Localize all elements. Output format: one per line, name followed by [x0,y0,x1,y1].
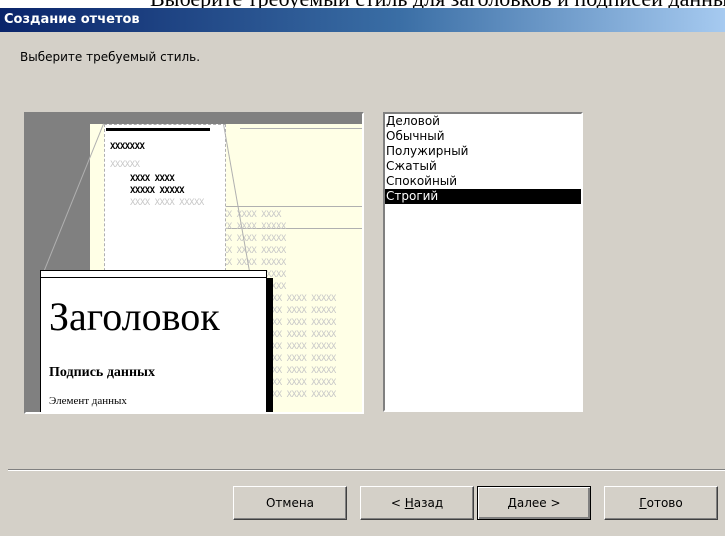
preview-cell: XXXX XXXX XXXXX [262,330,336,340]
title-bar: Создание отчетов [0,8,725,32]
cancel-label: Отмена [265,496,315,510]
preview-cell: XXXX XXXX XXXXX [262,366,336,376]
preview-col-header: XXXX XXXX [130,174,175,184]
preview-accent-bar [106,128,210,131]
style-option-compact[interactable]: Сжатый [385,159,581,174]
style-option-normal[interactable]: Обычный [385,129,581,144]
finish-label: отово [646,496,683,510]
window-title: Создание отчетов [4,12,140,27]
preview-cell: XXXX XXXX XXXXX [262,294,336,304]
finish-accel: Г [639,496,647,510]
back-button[interactable]: < Назад [360,486,474,520]
style-listbox[interactable]: Деловой Обычный Полужирный Сжатый Спокой… [383,112,583,412]
preview-cell: XXXX XXXX XXXXX [130,198,204,208]
next-accel: Д [507,496,517,510]
style-preview: XXXX XXXX XXXX XXXX XXXX XXXXX XXXX XXXX… [24,112,364,414]
report-wizard-dialog: Выберите требуемый стиль. XXXX XXXX XXXX… [0,32,725,536]
style-option-business[interactable]: Деловой [385,114,581,129]
back-prefix: < [390,496,405,510]
preview-cell: XXXX XXXX XXXXX [262,342,336,352]
style-option-calm[interactable]: Спокойный [385,174,581,189]
preview-cell: XXXX XXXX XXXXX [262,354,336,364]
style-option-strict[interactable]: Строгий [385,189,581,204]
preview-cell: XXXX XXXX XXXXX [262,378,336,388]
preview-card: Заголовок Подпись данных Элемент данных [40,270,267,412]
preview-col-header: XXXXXX [110,160,140,170]
card-top-rule [41,277,266,278]
next-button[interactable]: Далее > [477,486,591,520]
preview-col-header: XXXXX XXXXX [130,186,185,196]
finish-button[interactable]: Готово [604,486,718,520]
style-option-bold[interactable]: Полужирный [385,144,581,159]
card-caption: Подпись данных [49,365,155,380]
back-accel: Н [404,496,414,510]
preview-cell: XXXX XXXX XXXXX [262,390,336,400]
next-label: алее > [516,496,561,510]
prompt-text: Выберите требуемый стиль. [20,50,201,64]
preview-cell: XXXX XXXX XXXXX [262,306,336,316]
button-separator-highlight [8,470,725,471]
card-title: Заголовок [49,294,220,339]
back-label: азад [413,496,444,510]
card-item: Элемент данных [49,395,127,407]
preview-col-header: XXXXXXX [110,142,145,152]
cancel-button[interactable]: Отмена [233,486,347,520]
preview-rule [240,128,362,129]
preview-cell: XXXX XXXX XXXXX [262,318,336,328]
